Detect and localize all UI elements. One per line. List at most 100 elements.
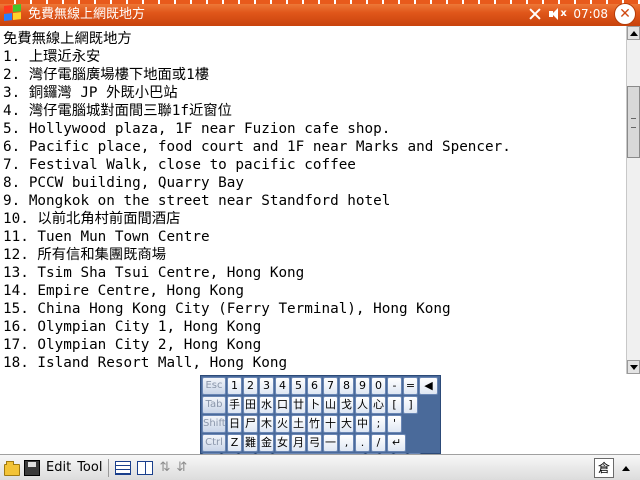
keyboard-row4: Ctrl Z 難金女月弓一,. / ↵ (202, 434, 439, 453)
key[interactable]: 戈 (339, 396, 354, 414)
folder-icon[interactable] (4, 460, 20, 476)
key[interactable]: Ctrl (202, 434, 226, 452)
key[interactable]: ' (387, 415, 402, 433)
document-line: 1. 上環近永安 (3, 49, 101, 65)
document-text-area[interactable]: 免費無線上網既地方 1. 上環近永安 2. 灣仔電腦廣場樓下地面或1樓 3. 銅鑼灣 … (0, 26, 626, 374)
scrollbar-thumb[interactable] (627, 86, 640, 158)
menu-bar: Edit Tool ⇅ ⇵ 倉 (0, 454, 640, 480)
key[interactable]: 木 (259, 415, 274, 433)
key[interactable]: 3 (259, 377, 274, 395)
key[interactable]: 心 (371, 396, 386, 414)
document-line: 8. PCCW building, Quarry Bay (3, 175, 245, 191)
key[interactable]: ] (403, 396, 418, 414)
key[interactable]: 5 (291, 377, 306, 395)
key[interactable]: 尸 (243, 415, 258, 433)
document-line: 4. 灣仔電腦城對面間三聯1f近窗位 (3, 103, 232, 119)
document-line: 3. 銅鑼灣 JP 外既小巴站 (3, 85, 178, 101)
key[interactable]: 十 (323, 415, 338, 433)
key[interactable]: 金 (259, 434, 274, 452)
document-line: 15. China Hong Kong City (Ferry Terminal… (3, 301, 451, 317)
format-tool-icon[interactable]: ⇅ (159, 460, 170, 476)
key[interactable]: 弓 (307, 434, 322, 452)
key[interactable]: 田 (243, 396, 258, 414)
key[interactable]: 4 (275, 377, 290, 395)
key[interactable]: 1 (227, 377, 242, 395)
key[interactable]: 土 (291, 415, 306, 433)
input-method-arrow-icon[interactable] (622, 466, 630, 471)
key[interactable]: Shift (202, 415, 226, 433)
document-line: 14. Empire Centre, Hong Kong (3, 283, 245, 299)
scroll-down-button[interactable] (627, 360, 640, 374)
document-line: 5. Hollywood plaza, 1F near Fuzion cafe … (3, 121, 391, 137)
document-line: 12. 所有信和集團既商場 (3, 247, 167, 263)
document-line: 9. Mongkok on the street near Standford … (3, 193, 391, 209)
key[interactable]: 8 (339, 377, 354, 395)
keyboard-row3: Shift 日尸木火土竹十大中; ' (202, 415, 439, 434)
document-line: 18. Island Resort Mall, Hong Kong (3, 355, 288, 371)
key[interactable]: - (387, 377, 402, 395)
document-line: 6. Pacific place, food court and 1F near… (3, 139, 511, 155)
keyboard-row1: Esc 1 2 3 4 5 6 7 8 9 0- = ◀ (202, 377, 439, 396)
key[interactable]: Esc (202, 377, 226, 395)
key[interactable]: ↵ (387, 434, 406, 452)
key[interactable]: 6 (307, 377, 322, 395)
key[interactable]: 日 (227, 415, 242, 433)
key[interactable]: . (355, 434, 370, 452)
key[interactable]: 火 (275, 415, 290, 433)
key[interactable]: 2 (243, 377, 258, 395)
key[interactable]: 山 (323, 396, 338, 414)
close-button[interactable]: ✕ (614, 3, 636, 25)
key[interactable]: 口 (275, 396, 290, 414)
key[interactable]: 難 (243, 434, 258, 452)
format-tool-2-icon[interactable]: ⇵ (176, 460, 187, 476)
key[interactable]: 7 (323, 377, 338, 395)
key[interactable]: 竹 (307, 415, 322, 433)
scroll-up-button[interactable] (627, 26, 640, 40)
key[interactable]: 廿 (291, 396, 306, 414)
key[interactable]: 女 (275, 434, 290, 452)
key[interactable]: 手 (227, 396, 242, 414)
key[interactable]: ◀ (419, 377, 438, 395)
key[interactable]: 0 (371, 377, 386, 395)
document-line: 10. 以前北角村前面間酒店 (3, 211, 181, 227)
key[interactable]: 水 (259, 396, 274, 414)
document-line: 2. 灣仔電腦廣場樓下地面或1樓 (3, 67, 209, 83)
document-line: 13. Tsim Sha Tsui Centre, Hong Kong (3, 265, 305, 281)
document-line: 11. Tuen Mun Town Centre (3, 229, 210, 245)
key[interactable]: 卜 (307, 396, 322, 414)
document-heading: 免費無線上網既地方 (3, 31, 132, 47)
edit-menu[interactable]: Edit (46, 460, 71, 476)
key[interactable]: [ (387, 396, 402, 414)
key[interactable]: 一 (323, 434, 338, 452)
vertical-scrollbar[interactable] (626, 26, 640, 374)
windows-logo-icon (4, 4, 22, 22)
save-icon[interactable] (24, 459, 40, 476)
arrow-down-icon (629, 364, 638, 370)
document-line: 7. Festival Walk, close to pacific coffe… (3, 157, 356, 173)
key[interactable]: 9 (355, 377, 370, 395)
volume-muted-icon[interactable]: x (549, 6, 567, 22)
key[interactable]: 人 (355, 396, 370, 414)
key[interactable]: , (339, 434, 354, 452)
key[interactable]: Tab (202, 396, 226, 414)
tool-menu[interactable]: Tool (77, 460, 102, 476)
keyboard-row2: Tab 手田水口廿卜山戈人心[] (202, 396, 439, 415)
start-button[interactable] (4, 4, 24, 23)
input-method-button[interactable]: 倉 (594, 458, 614, 478)
arrow-up-icon (629, 30, 638, 36)
connectivity-icon[interactable] (527, 6, 543, 22)
key[interactable]: 中 (355, 415, 370, 433)
key[interactable]: / (371, 434, 386, 452)
key[interactable]: = (403, 377, 418, 395)
document-line: 16. Olympian City 1, Hong Kong (3, 319, 262, 335)
close-icon: ✕ (619, 6, 631, 22)
clock[interactable]: 07:08 (573, 7, 608, 21)
key[interactable]: 月 (291, 434, 306, 452)
key[interactable]: 大 (339, 415, 354, 433)
table-view-icon[interactable] (115, 460, 132, 475)
key[interactable]: Z (227, 434, 242, 452)
title-bar: 免費無線上網既地方 x 07:08 ✕ (0, 0, 640, 26)
split-view-icon[interactable] (137, 460, 154, 475)
key[interactable]: ; (371, 415, 386, 433)
document-line: 17. Olympian City 2, Hong Kong (3, 337, 262, 353)
